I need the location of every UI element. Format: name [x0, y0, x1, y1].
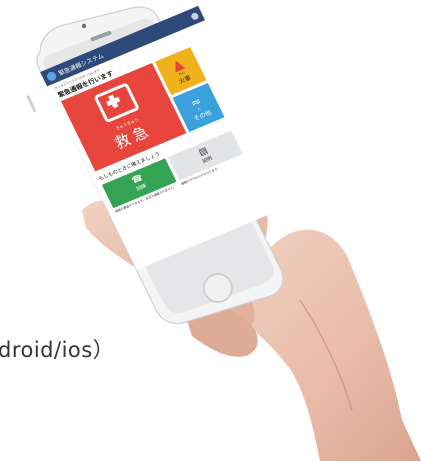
menu-icon[interactable] [189, 11, 200, 21]
home-button-icon [203, 273, 233, 303]
app-logo-icon [45, 70, 58, 82]
platform-caption: droid/ios） [0, 338, 115, 362]
camera-icon [81, 23, 87, 29]
first-aid-icon [93, 81, 140, 123]
